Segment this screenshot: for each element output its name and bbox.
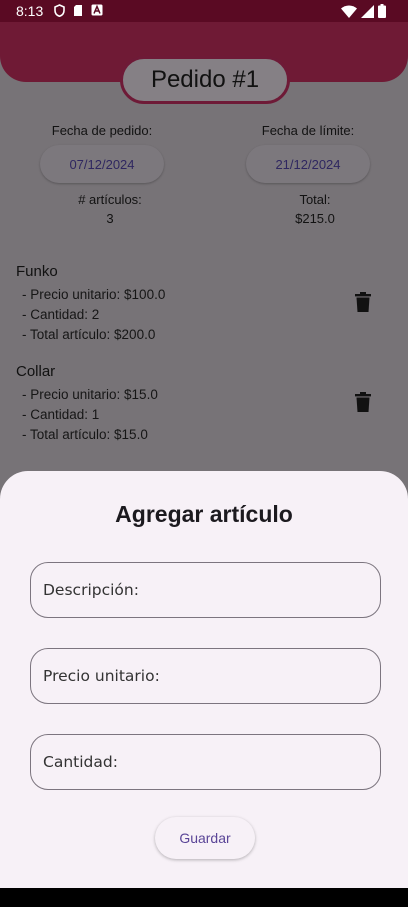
- limit-date-label: Fecha de límite:: [261, 123, 355, 138]
- item-quantity: - Cantidad: 1: [22, 407, 100, 422]
- page-title: Pedido #1: [120, 56, 290, 104]
- item-name: Funko: [16, 263, 58, 280]
- battery-icon: [378, 4, 386, 18]
- quantity-label: Cantidad:: [43, 753, 118, 771]
- app-a-icon: [91, 4, 103, 16]
- unit-price-label: Precio unitario:: [43, 667, 160, 685]
- sheet-title: Agregar artículo: [115, 501, 293, 527]
- signal-icon: [361, 4, 374, 18]
- order-date-label: Fecha de pedido:: [51, 123, 153, 138]
- delete-icon[interactable]: [354, 392, 372, 412]
- status-icons-right: [341, 4, 386, 18]
- status-bar: 8:13: [0, 0, 408, 22]
- sd-card-icon: [74, 5, 82, 16]
- total-value: $215.0: [295, 211, 335, 226]
- item-name: Collar: [16, 363, 56, 380]
- save-button[interactable]: Guardar: [155, 817, 255, 859]
- item-unit-price: - Precio unitario: $15.0: [22, 387, 158, 402]
- items-count-value: 3: [106, 211, 114, 226]
- shield-icon: [54, 4, 65, 17]
- add-item-sheet: Agregar artículo Descripción: Precio uni…: [0, 471, 408, 888]
- status-time: 8:13: [16, 3, 44, 19]
- delete-icon[interactable]: [354, 292, 372, 312]
- limit-date-button[interactable]: 21/12/2024: [246, 145, 370, 183]
- description-label: Descripción:: [43, 581, 139, 599]
- total-label: Total:: [299, 192, 331, 207]
- order-date-button[interactable]: 07/12/2024: [40, 145, 164, 183]
- quantity-field[interactable]: Cantidad:: [30, 734, 381, 790]
- system-nav-bar: [0, 888, 408, 907]
- item-total: - Total artículo: $15.0: [22, 427, 148, 442]
- item-total: - Total artículo: $200.0: [22, 327, 156, 342]
- items-count-label: # artículos:: [78, 192, 142, 207]
- description-field[interactable]: Descripción:: [30, 562, 381, 618]
- unit-price-field[interactable]: Precio unitario:: [30, 648, 381, 704]
- item-quantity: - Cantidad: 2: [22, 307, 100, 322]
- wifi-icon: [341, 5, 357, 18]
- item-unit-price: - Precio unitario: $100.0: [22, 287, 166, 302]
- status-icons-left: [54, 4, 103, 17]
